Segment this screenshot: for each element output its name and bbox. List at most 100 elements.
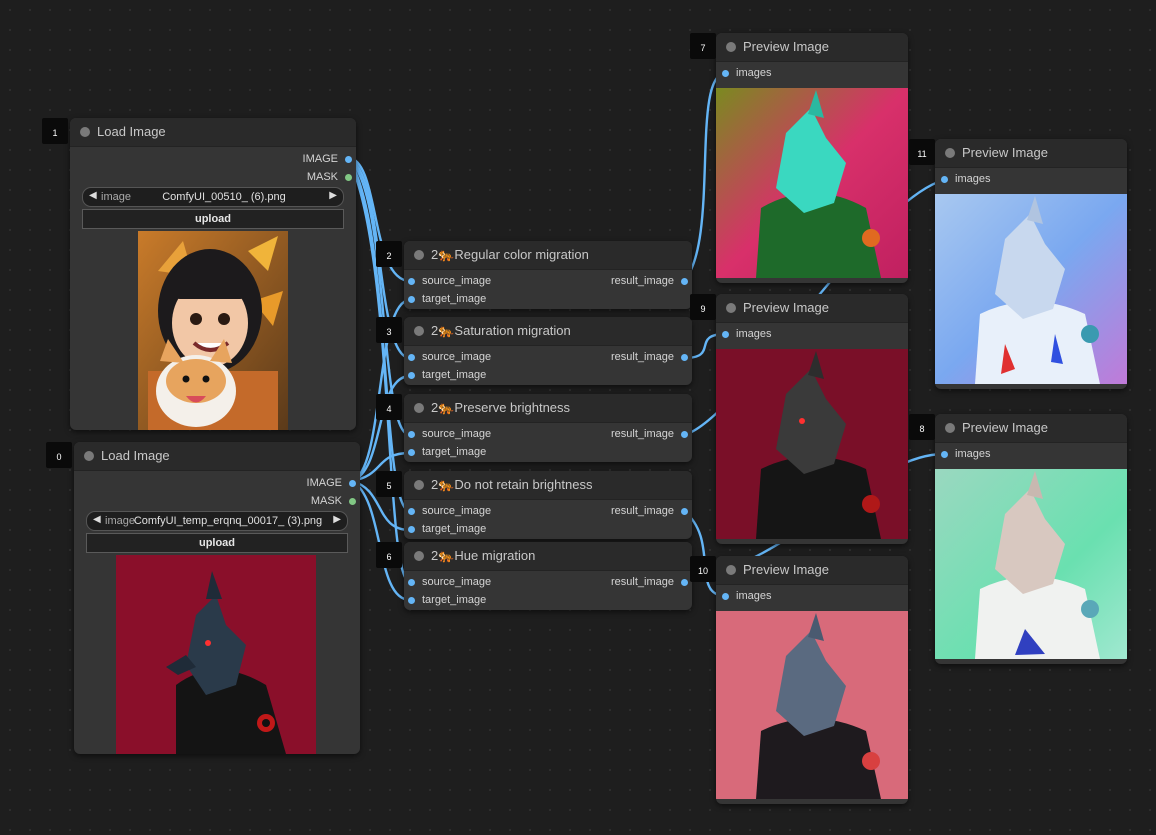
node-header[interactable]: Preview Image: [716, 33, 908, 62]
node-header[interactable]: 2🐅Saturation migration: [404, 317, 692, 346]
input-source-image-slot[interactable]: source_image: [408, 505, 491, 517]
node-title: Preview Image: [962, 145, 1048, 160]
collapse-dot-icon[interactable]: [414, 551, 424, 561]
output-result-image-slot[interactable]: result_image: [611, 351, 688, 363]
output-mask-slot[interactable]: MASK: [311, 495, 356, 507]
hue-migration-node[interactable]: 2🐅Hue migration source_image target_imag…: [404, 542, 692, 610]
node-id-badge: 4: [376, 394, 402, 420]
slot-dot-icon[interactable]: [408, 526, 415, 533]
load-image-node-1[interactable]: Load Image IMAGE MASK ◀ image ComfyUI_00…: [70, 118, 356, 430]
slot-dot-icon[interactable]: [408, 579, 415, 586]
slot-dot-icon[interactable]: [681, 354, 688, 361]
node-header[interactable]: Preview Image: [935, 139, 1127, 168]
input-images-slot[interactable]: images: [722, 67, 771, 79]
slot-dot-icon[interactable]: [408, 278, 415, 285]
output-result-image-slot[interactable]: result_image: [611, 505, 688, 517]
input-target-image-slot[interactable]: target_image: [408, 594, 486, 606]
preview-image-node-8[interactable]: Preview Image images: [935, 414, 1127, 664]
node-header[interactable]: 2🐅Hue migration: [404, 542, 692, 571]
input-source-image-slot[interactable]: source_image: [408, 275, 491, 287]
input-images-slot[interactable]: images: [722, 328, 771, 340]
slot-dot-icon[interactable]: [408, 508, 415, 515]
slot-dot-icon[interactable]: [408, 597, 415, 604]
input-target-image-slot[interactable]: target_image: [408, 369, 486, 381]
node-header[interactable]: 2🐅Preserve brightness: [404, 394, 692, 423]
slot-dot-icon[interactable]: [408, 354, 415, 361]
input-source-image-slot[interactable]: source_image: [408, 351, 491, 363]
collapse-dot-icon[interactable]: [414, 403, 424, 413]
preview-image-node-10[interactable]: Preview Image images: [716, 556, 908, 804]
node-header[interactable]: 2🐅Do not retain brightness: [404, 471, 692, 500]
upload-button[interactable]: upload: [82, 209, 344, 229]
node-title: Load Image: [101, 448, 170, 463]
node-header[interactable]: Preview Image: [716, 294, 908, 323]
arrow-right-icon[interactable]: ▶: [329, 190, 337, 201]
input-images-slot[interactable]: images: [941, 448, 990, 460]
output-image-slot[interactable]: IMAGE: [307, 477, 356, 489]
slot-dot-icon[interactable]: [681, 508, 688, 515]
collapse-dot-icon[interactable]: [80, 127, 90, 137]
image-combo[interactable]: ◀ image ComfyUI_00510_ (6).png ▶: [82, 187, 344, 207]
node-header[interactable]: Preview Image: [935, 414, 1127, 443]
node-header[interactable]: 2🐅Regular color migration: [404, 241, 692, 270]
output-result-image-slot[interactable]: result_image: [611, 275, 688, 287]
slot-dot-icon[interactable]: [941, 176, 948, 183]
slot-dot-icon[interactable]: [722, 593, 729, 600]
node-header[interactable]: Preview Image: [716, 556, 908, 585]
input-images-slot[interactable]: images: [941, 173, 990, 185]
output-result-image-slot[interactable]: result_image: [611, 428, 688, 440]
arrow-left-icon[interactable]: ◀: [93, 514, 101, 525]
slot-dot-icon[interactable]: [408, 431, 415, 438]
node-header[interactable]: Load Image: [74, 442, 360, 471]
preserve-brightness-node[interactable]: 2🐅Preserve brightness source_image targe…: [404, 394, 692, 462]
collapse-dot-icon[interactable]: [726, 565, 736, 575]
input-source-image-slot[interactable]: source_image: [408, 428, 491, 440]
collapse-dot-icon[interactable]: [414, 326, 424, 336]
slot-dot-icon[interactable]: [345, 156, 352, 163]
slot-dot-icon[interactable]: [408, 372, 415, 379]
output-image-slot[interactable]: IMAGE: [303, 153, 352, 165]
slot-dot-icon[interactable]: [941, 451, 948, 458]
image-combo[interactable]: ◀ image ComfyUI_temp_erqnq_00017_ (3).pn…: [86, 511, 348, 531]
slot-dot-icon[interactable]: [722, 70, 729, 77]
slot-dot-icon[interactable]: [345, 174, 352, 181]
collapse-dot-icon[interactable]: [414, 250, 424, 260]
input-images-slot[interactable]: images: [722, 590, 771, 602]
collapse-dot-icon[interactable]: [726, 303, 736, 313]
input-target-image-slot[interactable]: target_image: [408, 523, 486, 535]
node-title: Load Image: [97, 124, 166, 139]
input-source-image-slot[interactable]: source_image: [408, 576, 491, 588]
slot-dot-icon[interactable]: [349, 480, 356, 487]
arrow-right-icon[interactable]: ▶: [333, 514, 341, 525]
node-id-badge: 11: [909, 139, 935, 165]
slot-dot-icon[interactable]: [349, 498, 356, 505]
node-id-badge: 6: [376, 542, 402, 568]
slot-dot-icon[interactable]: [681, 278, 688, 285]
preview-image-node-11[interactable]: Preview Image images: [935, 139, 1127, 389]
collapse-dot-icon[interactable]: [945, 423, 955, 433]
do-not-retain-brightness-node[interactable]: 2🐅Do not retain brightness source_image …: [404, 471, 692, 539]
arrow-left-icon[interactable]: ◀: [89, 190, 97, 201]
output-result-image-slot[interactable]: result_image: [611, 576, 688, 588]
saturation-migration-node[interactable]: 2🐅Saturation migration source_image targ…: [404, 317, 692, 385]
slot-dot-icon[interactable]: [722, 331, 729, 338]
output-mask-slot[interactable]: MASK: [307, 171, 352, 183]
preview-image-node-7[interactable]: Preview Image images: [716, 33, 908, 283]
collapse-dot-icon[interactable]: [414, 480, 424, 490]
slot-dot-icon[interactable]: [681, 431, 688, 438]
upload-button[interactable]: upload: [86, 533, 348, 553]
collapse-dot-icon[interactable]: [84, 451, 94, 461]
load-image-node-0[interactable]: Load Image IMAGE MASK ◀ image ComfyUI_te…: [74, 442, 360, 754]
collapse-dot-icon[interactable]: [726, 42, 736, 52]
preview-image-node-9[interactable]: Preview Image images: [716, 294, 908, 544]
input-target-image-slot[interactable]: target_image: [408, 293, 486, 305]
regular-color-migration-node[interactable]: 2🐅Regular color migration source_image t…: [404, 241, 692, 309]
node-title: 2🐅Do not retain brightness: [431, 477, 593, 492]
input-target-image-slot[interactable]: target_image: [408, 446, 486, 458]
slot-dot-icon[interactable]: [408, 296, 415, 303]
node-header[interactable]: Load Image: [70, 118, 356, 147]
slot-dot-icon[interactable]: [681, 579, 688, 586]
collapse-dot-icon[interactable]: [945, 148, 955, 158]
node-title: Preview Image: [743, 39, 829, 54]
slot-dot-icon[interactable]: [408, 449, 415, 456]
